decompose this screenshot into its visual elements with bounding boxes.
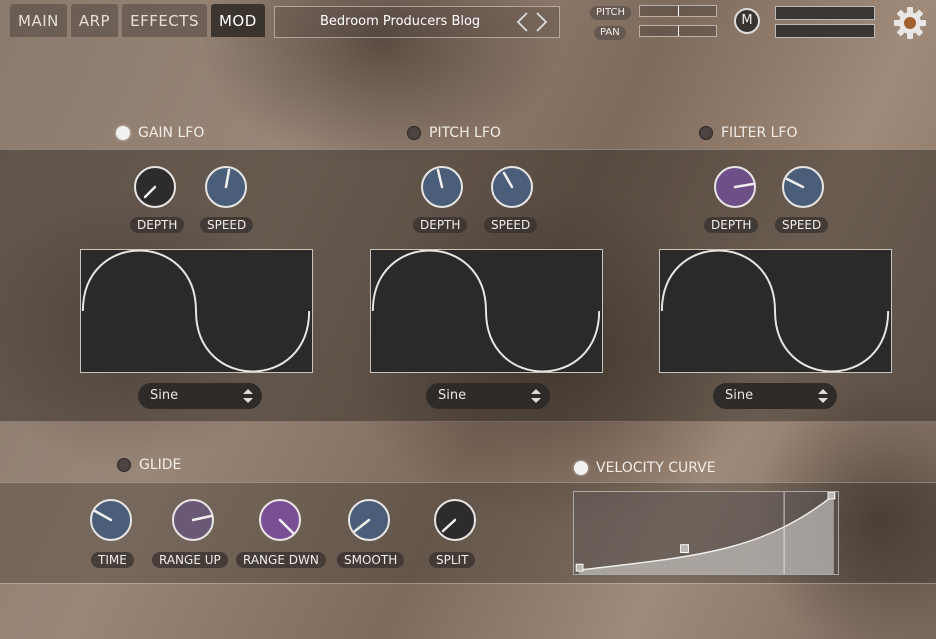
midi-button[interactable]: M	[734, 8, 760, 34]
filter-waveform-dropdown[interactable]: Sine	[713, 383, 837, 409]
glide-range-down-label: RANGE DWN	[236, 552, 326, 568]
filter-speed-label: SPEED	[775, 217, 829, 233]
glide-toggle[interactable]	[117, 458, 131, 472]
gear-icon[interactable]	[893, 6, 927, 40]
filter-lfo-waveform	[659, 249, 892, 373]
preset-selector[interactable]: Bedroom Producers Blog	[274, 6, 560, 38]
glide-header: GLIDE	[117, 457, 181, 473]
gain-lfo-header: GAIN LFO	[116, 125, 204, 141]
glide-split-knob[interactable]	[433, 498, 477, 542]
filter-speed-knob[interactable]	[781, 165, 825, 209]
glide-smooth-label: SMOOTH	[337, 552, 405, 568]
glide-time-label: TIME	[91, 552, 134, 568]
filter-lfo-header: FILTER LFO	[699, 125, 798, 141]
gain-lfo-title: GAIN LFO	[138, 125, 205, 141]
up-down-arrows-icon	[818, 389, 828, 403]
glide-range-down-knob[interactable]	[258, 498, 302, 542]
tab-main[interactable]: MAIN	[10, 4, 67, 37]
glide-split-label: SPLIT	[429, 552, 476, 568]
pitch-label: PITCH	[590, 6, 632, 20]
up-down-arrows-icon	[243, 389, 253, 403]
pitch-waveform-dropdown[interactable]: Sine	[426, 383, 550, 409]
pitch-speed-knob[interactable]	[490, 165, 534, 209]
filter-lfo-toggle[interactable]	[699, 126, 713, 140]
glide-time-knob[interactable]	[89, 498, 133, 542]
top-bar: MAIN ARP EFFECTS MOD Bedroom Producers B…	[0, 0, 936, 42]
pitch-slider-thumb[interactable]	[678, 6, 679, 16]
glide-range-up-label: RANGE UP	[152, 552, 228, 568]
tab-mod[interactable]: MOD	[210, 4, 265, 37]
pan-label: PAN	[594, 26, 626, 40]
filter-depth-label: DEPTH	[704, 217, 759, 233]
curve-handle-start[interactable]	[575, 563, 584, 572]
filter-depth-knob[interactable]	[713, 165, 757, 209]
pitch-lfo-waveform	[370, 249, 603, 373]
pitch-lfo-toggle[interactable]	[407, 126, 421, 140]
pitch-speed-label: SPEED	[484, 217, 538, 233]
velocity-curve-toggle[interactable]	[574, 461, 588, 475]
gain-depth-knob[interactable]	[133, 165, 177, 209]
velocity-curve-title: VELOCITY CURVE	[596, 460, 716, 476]
divider	[0, 583, 936, 584]
gain-lfo-waveform	[80, 249, 313, 373]
curve-handle-end[interactable]	[827, 492, 836, 500]
filter-lfo-title: FILTER LFO	[721, 125, 798, 141]
pan-slider-thumb[interactable]	[678, 26, 679, 36]
curve-handle-mid[interactable]	[680, 544, 689, 554]
preset-name: Bedroom Producers Blog	[320, 14, 481, 29]
output-meter-right	[775, 24, 875, 38]
output-meter-left	[775, 6, 875, 20]
pitch-slider[interactable]	[639, 5, 717, 17]
pitch-lfo-header: PITCH LFO	[407, 125, 501, 141]
gain-speed-label: SPEED	[200, 217, 254, 233]
glide-title: GLIDE	[139, 457, 182, 473]
velocity-curve-header: VELOCITY CURVE	[574, 460, 716, 476]
pitch-depth-knob[interactable]	[420, 165, 464, 209]
gain-speed-knob[interactable]	[204, 165, 248, 209]
pan-slider[interactable]	[639, 25, 717, 37]
filter-waveform-value: Sine	[725, 388, 754, 403]
gain-depth-label: DEPTH	[130, 217, 185, 233]
tab-effects[interactable]: EFFECTS	[122, 4, 207, 37]
gain-lfo-toggle[interactable]	[116, 126, 130, 140]
velocity-curve-editor[interactable]	[573, 491, 839, 575]
glide-range-up-knob[interactable]	[171, 498, 215, 542]
glide-smooth-knob[interactable]	[347, 498, 391, 542]
preset-nav-arrows-icon[interactable]	[515, 11, 549, 33]
pitch-waveform-value: Sine	[438, 388, 467, 403]
tab-bar: MAIN ARP EFFECTS MOD	[10, 4, 265, 37]
pitch-lfo-title: PITCH LFO	[429, 125, 501, 141]
up-down-arrows-icon	[531, 389, 541, 403]
gain-waveform-value: Sine	[150, 388, 179, 403]
tab-arp[interactable]: ARP	[70, 4, 119, 37]
gain-waveform-dropdown[interactable]: Sine	[138, 383, 262, 409]
pitch-depth-label: DEPTH	[413, 217, 468, 233]
